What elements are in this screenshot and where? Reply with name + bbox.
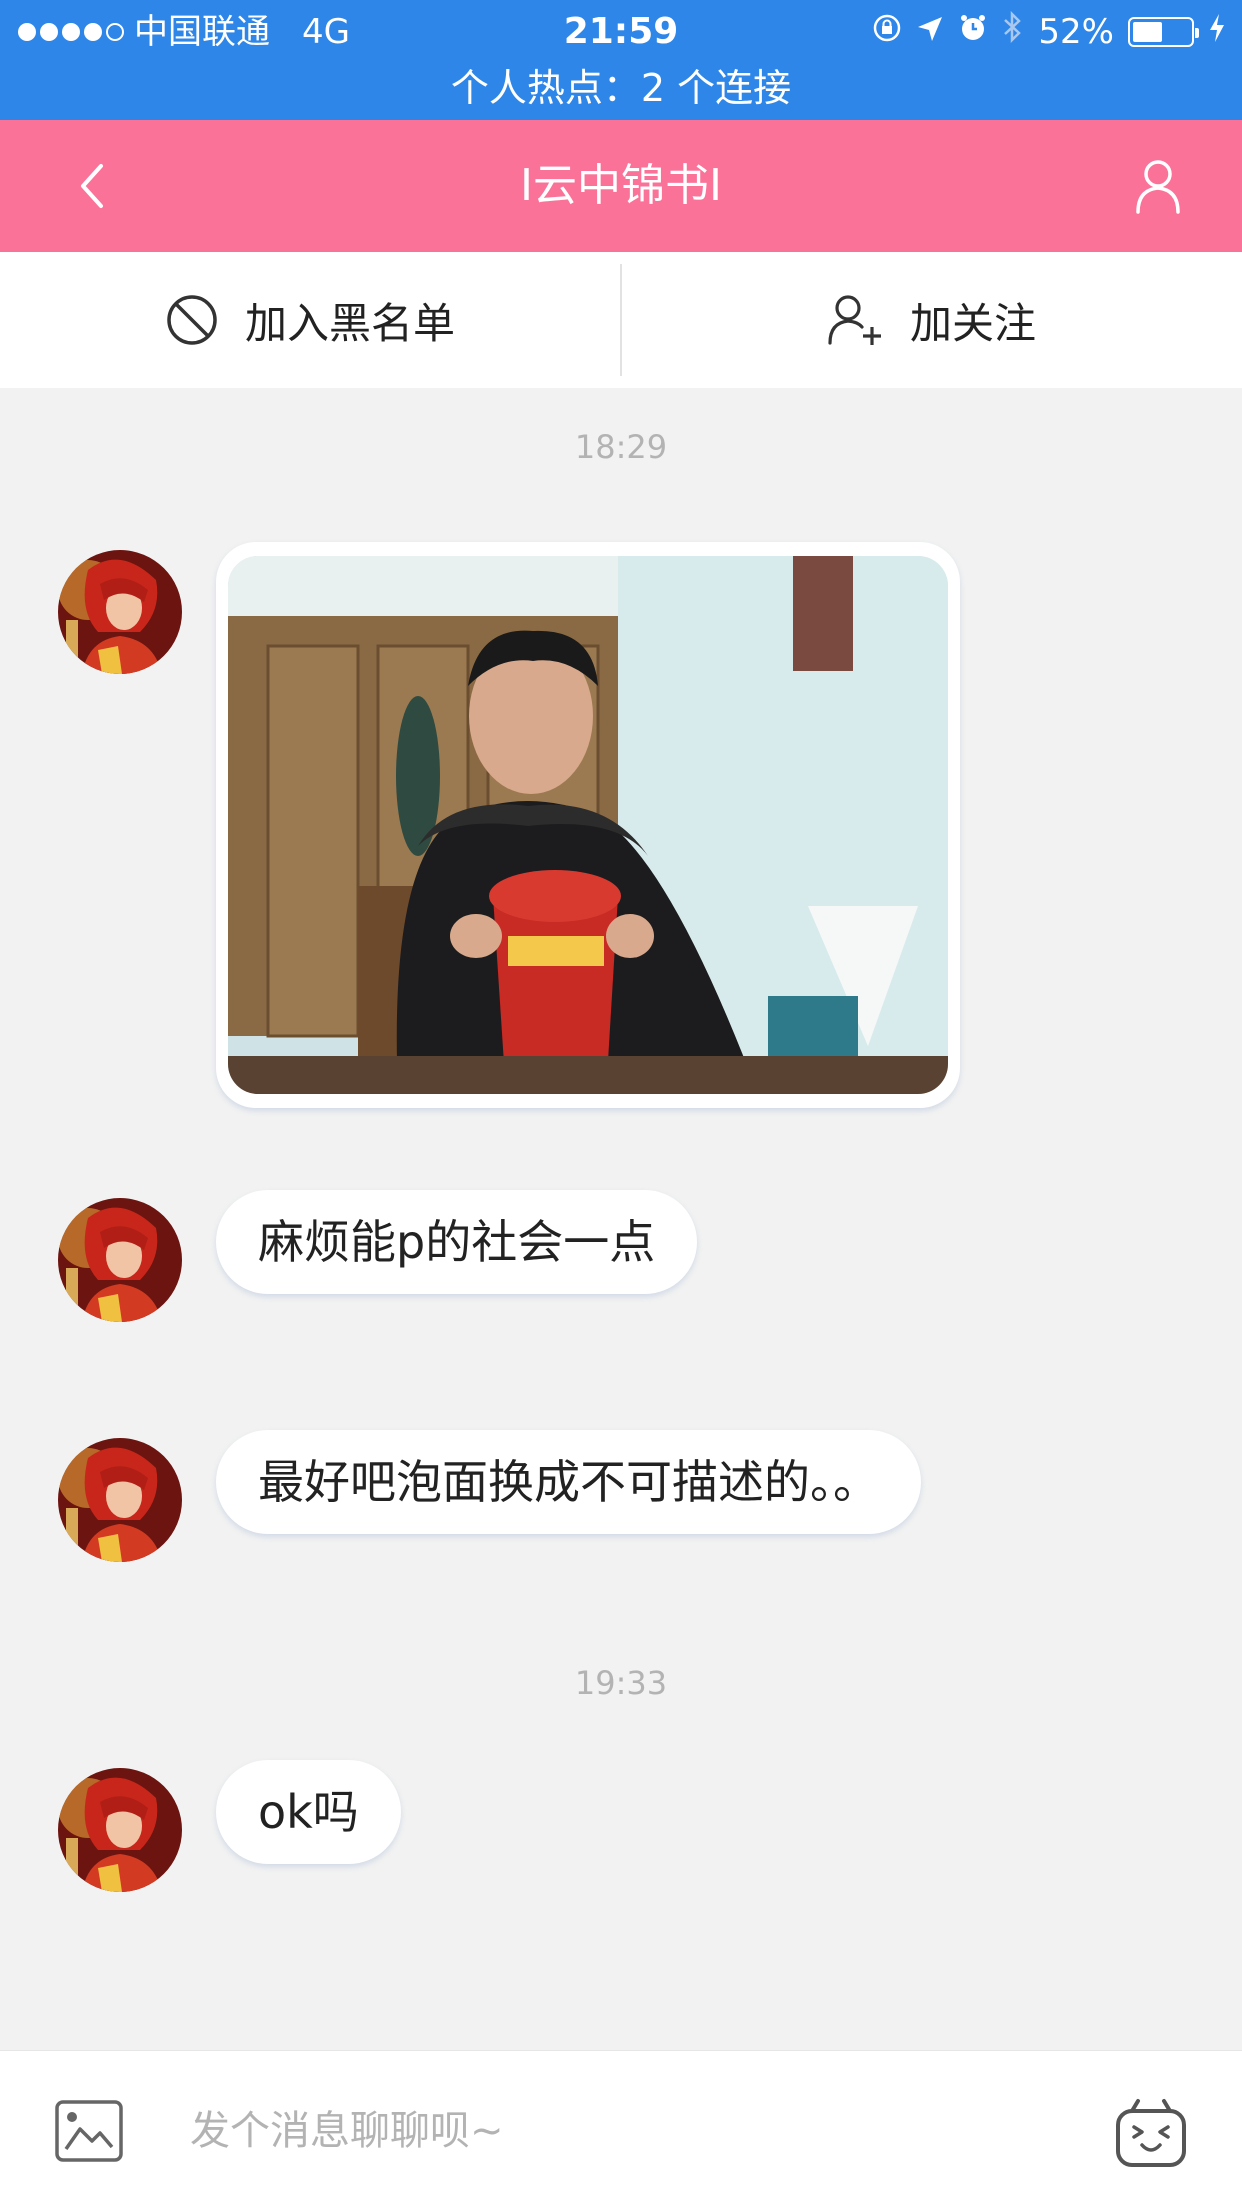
avatar[interactable] (58, 1198, 182, 1322)
add-user-icon (828, 295, 881, 345)
message-input[interactable] (190, 2089, 1070, 2173)
battery-level (1133, 22, 1163, 42)
emoji-button[interactable] (1114, 2097, 1188, 2169)
message-bubble[interactable]: ok吗 (216, 1760, 401, 1864)
emoji-icon (1116, 2099, 1186, 2167)
blacklist-label: 加入黑名单 (244, 298, 455, 348)
alarm-icon (958, 8, 988, 56)
back-button[interactable] (60, 154, 124, 218)
location-icon (916, 8, 944, 56)
follow-label: 加关注 (909, 298, 1036, 348)
send-image-button[interactable] (54, 2099, 124, 2163)
message-bubble[interactable]: 麻烦能p的社会一点 (216, 1190, 698, 1294)
charging-icon (1208, 8, 1226, 56)
chat-header: I云中锦书I (0, 120, 1242, 252)
page-title: I云中锦书I (520, 160, 722, 211)
status-icons: 52% (872, 8, 1226, 56)
rotation-lock-icon (872, 8, 902, 56)
block-icon (167, 295, 217, 345)
battery-percent: 52% (1038, 12, 1114, 52)
status-bar: 中国联通 4G 21:59 52% 个人热点：2 个连接 (0, 0, 1242, 120)
input-bar (0, 2050, 1242, 2208)
follow-button[interactable]: 加关注 (622, 252, 1242, 388)
avatar[interactable] (58, 550, 182, 674)
hotspot-banner[interactable]: 个人热点：2 个连接 (0, 64, 1242, 112)
user-icon (1136, 160, 1180, 214)
message-bubble[interactable]: 最好吧泡面换成不可描述的。。 (216, 1430, 921, 1534)
action-bar: 加入黑名单 加关注 (0, 252, 1242, 388)
battery-icon (1128, 17, 1199, 47)
blacklist-button[interactable]: 加入黑名单 (0, 252, 620, 388)
avatar[interactable] (58, 1438, 182, 1562)
profile-button[interactable] (1124, 152, 1192, 220)
chevron-left-icon (81, 164, 103, 208)
avatar[interactable] (58, 1768, 182, 1892)
image-message[interactable] (216, 542, 960, 1108)
timestamp: 18:29 (574, 428, 668, 466)
timestamp: 19:33 (574, 1664, 668, 1702)
image-icon (55, 2100, 123, 2162)
bluetooth-icon (1002, 8, 1024, 56)
photo-thumbnail[interactable] (228, 556, 948, 1094)
